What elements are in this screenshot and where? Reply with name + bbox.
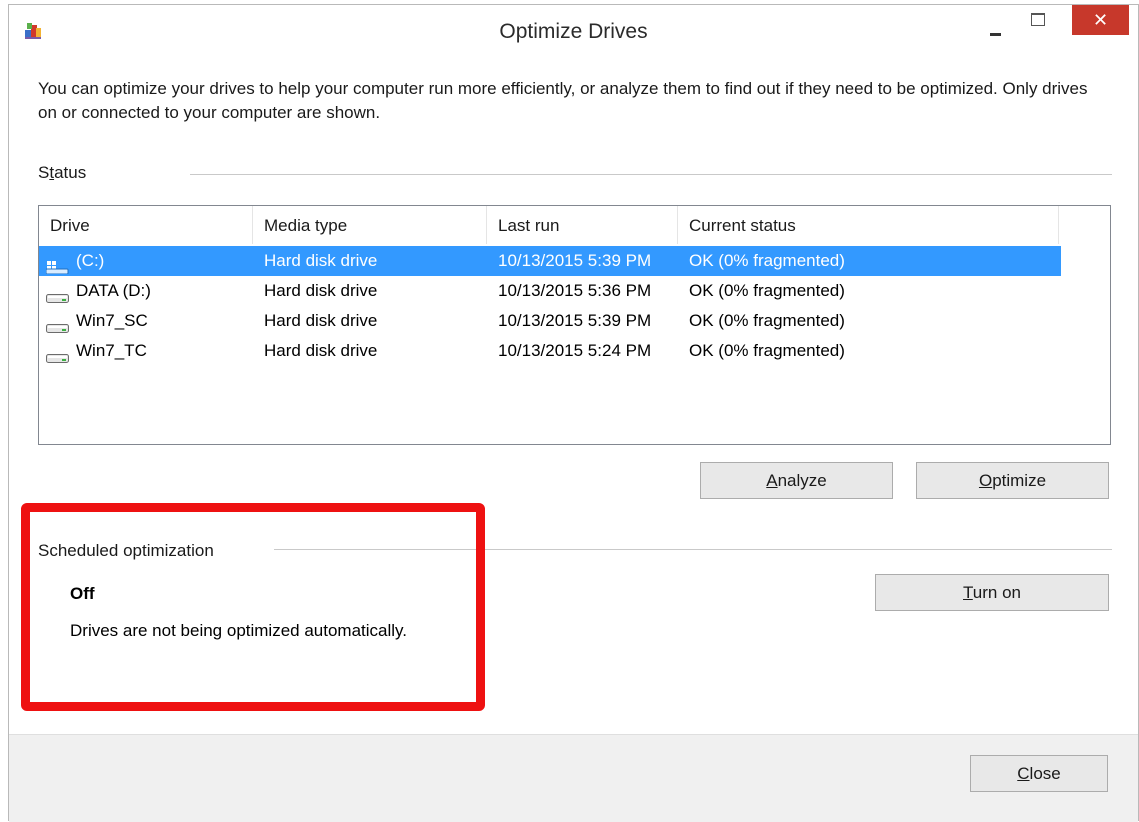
- drive-list-header: Drive Media type Last run Current status: [39, 206, 1059, 244]
- close-label: lose: [1029, 764, 1061, 783]
- minimize-button[interactable]: [977, 5, 1013, 36]
- description-text: You can optimize your drives to help you…: [38, 79, 1088, 122]
- maximize-button[interactable]: [1021, 5, 1057, 35]
- close-window-button[interactable]: ✕: [1072, 5, 1129, 35]
- column-header-media-type[interactable]: Media type: [253, 206, 487, 244]
- close-accesskey: C: [1017, 764, 1030, 783]
- drive-last-run: 10/13/2015 5:24 PM: [498, 341, 652, 360]
- drive-media-type: Hard disk drive: [264, 251, 378, 270]
- analyze-label: nalyze: [777, 471, 827, 490]
- maximize-icon: [1031, 13, 1045, 26]
- drive-current-status: OK (0% fragmented): [689, 341, 845, 360]
- drive-list-header-filler: [1059, 206, 1110, 244]
- turn-on-button[interactable]: Turn on: [875, 574, 1109, 611]
- drive-name: Win7_TC: [76, 341, 147, 360]
- drive-name: Win7_SC: [76, 311, 148, 330]
- column-header-current-status[interactable]: Current status: [678, 206, 1059, 244]
- drive-row[interactable]: DATA (D:) Hard disk drive 10/13/2015 5:3…: [39, 276, 1061, 306]
- optimize-drives-window: Optimize Drives ✕ You can optimize your …: [8, 4, 1139, 822]
- column-header-last-run[interactable]: Last run: [487, 206, 678, 244]
- drive-last-run: 10/13/2015 5:36 PM: [498, 281, 652, 300]
- analyze-button[interactable]: Analyze: [700, 462, 893, 499]
- drive-current-status: OK (0% fragmented): [689, 251, 845, 270]
- turn-on-label: urn on: [972, 583, 1021, 602]
- column-header-drive[interactable]: Drive: [39, 206, 253, 244]
- drive-media-type: Hard disk drive: [264, 311, 378, 330]
- hard-drive-icon: [46, 284, 69, 303]
- drive-current-status: OK (0% fragmented): [689, 311, 845, 330]
- status-section-label: Status: [38, 163, 86, 183]
- analyze-accesskey: A: [766, 471, 778, 490]
- drive-row[interactable]: Win7_SC Hard disk drive 10/13/2015 5:39 …: [39, 306, 1061, 336]
- optimize-label: ptimize: [992, 471, 1047, 490]
- close-icon: ✕: [1092, 10, 1109, 30]
- minimize-icon: [990, 33, 1001, 36]
- drive-row[interactable]: Win7_TC Hard disk drive 10/13/2015 5:24 …: [39, 336, 1061, 366]
- drive-name: (C:): [76, 251, 105, 270]
- drive-row[interactable]: (C:) Hard disk drive 10/13/2015 5:39 PM …: [39, 246, 1061, 276]
- status-divider: [190, 174, 1112, 175]
- drive-name: DATA (D:): [76, 281, 151, 300]
- status-label-suffix: atus: [54, 163, 87, 182]
- drive-current-status: OK (0% fragmented): [689, 281, 845, 300]
- drive-last-run: 10/13/2015 5:39 PM: [498, 311, 652, 330]
- windows-drive-icon: [45, 254, 69, 275]
- highlight-annotation: [21, 503, 485, 711]
- drive-media-type: Hard disk drive: [264, 341, 378, 360]
- title-bar[interactable]: Optimize Drives ✕: [9, 5, 1138, 57]
- drive-list[interactable]: Drive Media type Last run Current status…: [38, 205, 1111, 445]
- hard-drive-icon: [46, 314, 69, 333]
- optimize-button[interactable]: Optimize: [916, 462, 1109, 499]
- drive-media-type: Hard disk drive: [264, 281, 378, 300]
- optimize-accesskey: O: [978, 471, 993, 490]
- hard-drive-icon: [46, 344, 69, 363]
- status-label-prefix: S: [38, 163, 50, 182]
- dialog-footer: Close: [9, 734, 1138, 822]
- close-button[interactable]: Close: [970, 755, 1108, 792]
- turn-on-accesskey: T: [963, 583, 973, 602]
- window-title: Optimize Drives: [499, 20, 648, 43]
- drive-last-run: 10/13/2015 5:39 PM: [498, 251, 652, 270]
